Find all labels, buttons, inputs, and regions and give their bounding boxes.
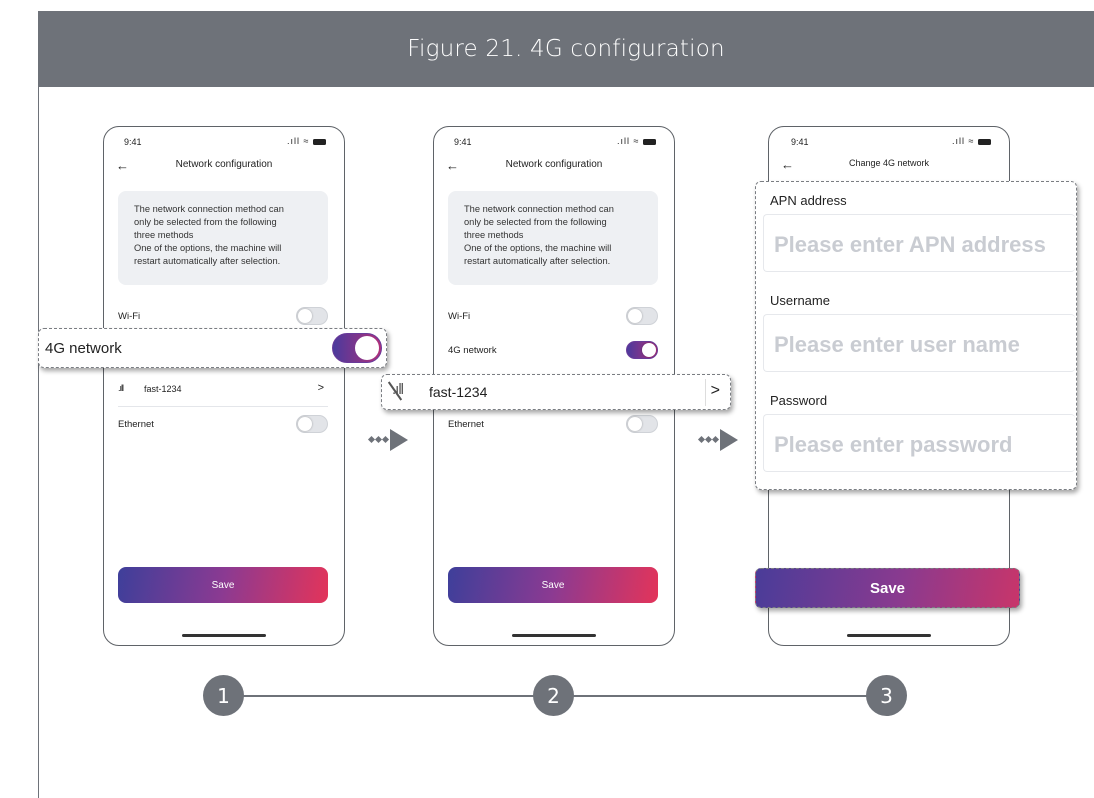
wifi-label: Wi-Fi	[118, 311, 141, 322]
battery-icon	[978, 138, 991, 145]
nav-bar: ← Network configuration	[434, 158, 674, 177]
save-button-callout[interactable]: Save	[755, 568, 1020, 608]
4g-network-label: 4G network	[448, 345, 497, 356]
chevron-right-icon: >	[710, 382, 720, 399]
4g-network-label: 4G network	[45, 340, 122, 357]
arrow-right-icon	[367, 429, 410, 451]
page-title: Network configuration	[505, 159, 603, 170]
status-icons: .ıll ≈	[952, 136, 991, 146]
home-indicator	[512, 634, 596, 637]
battery-icon	[313, 138, 326, 145]
info-line: One of the options, the machine will	[134, 243, 282, 253]
wifi-row: Wi-Fi	[118, 307, 328, 327]
step-3: 3	[866, 675, 907, 716]
password-label: Password	[770, 393, 828, 408]
ethernet-label: Ethernet	[448, 419, 484, 430]
ethernet-row: Ethernet	[448, 415, 658, 435]
wifi-toggle[interactable]	[626, 307, 658, 325]
home-indicator	[182, 634, 266, 637]
status-icons: .ıll ≈	[287, 136, 326, 146]
apn-input[interactable]: Please enter APN address	[763, 214, 1075, 272]
chevron-right-icon: >	[317, 382, 324, 394]
username-label: Username	[770, 293, 830, 308]
signal-wifi-icon: .ıll ≈	[952, 136, 975, 146]
info-box: The network connection method can only b…	[448, 191, 658, 285]
step-2: 2	[533, 675, 574, 716]
page-title: Change 4G network	[848, 158, 930, 168]
status-icons: .ıll ≈	[617, 136, 656, 146]
4g-network-toggle[interactable]	[332, 333, 382, 363]
info-line: only be selected from the following	[134, 217, 277, 227]
info-line: three methods	[134, 230, 194, 240]
status-time: 9:41	[454, 137, 472, 147]
4g-network-row: 4G network	[448, 341, 658, 361]
divider	[705, 379, 706, 406]
status-bar: 9:41 .ıll ≈	[434, 135, 674, 149]
arrow-right-icon	[697, 429, 740, 451]
phone-screen-1: 9:41 .ıll ≈ ← Network configuration The …	[103, 126, 345, 646]
signal-wifi-icon: .ıll ≈	[617, 136, 640, 146]
change-4g-form-callout: APN address Please enter APN address Use…	[755, 181, 1077, 490]
signal-icon: .ıll	[118, 383, 124, 393]
home-indicator	[847, 634, 931, 637]
wifi-label: Wi-Fi	[448, 311, 471, 322]
nav-bar: ← Network configuration	[104, 158, 344, 177]
ethernet-label: Ethernet	[118, 419, 154, 430]
divider	[118, 406, 328, 407]
info-line: three methods	[464, 230, 524, 240]
figure-title: Figure 21. 4G configuration	[38, 11, 1094, 87]
status-bar: 9:41 .ıll ≈	[769, 135, 1009, 149]
info-line: The network connection method can	[464, 204, 614, 214]
ethernet-row: Ethernet	[118, 415, 328, 435]
info-line: restart automatically after selection.	[134, 256, 281, 266]
nav-bar: ← Change 4G network	[769, 157, 1009, 176]
status-time: 9:41	[791, 137, 809, 147]
info-line: One of the options, the machine will	[464, 243, 612, 253]
username-input[interactable]: Please enter user name	[763, 314, 1075, 372]
ethernet-toggle[interactable]	[296, 415, 328, 433]
signal-wifi-icon: .ıll ≈	[287, 136, 310, 146]
4g-network-callout: 4G network	[38, 328, 387, 368]
back-arrow-icon[interactable]: ←	[781, 157, 794, 172]
password-input[interactable]: Please enter password	[763, 414, 1075, 472]
status-bar: 9:41 .ıll ≈	[104, 135, 344, 149]
back-arrow-icon[interactable]: ←	[446, 158, 459, 173]
status-time: 9:41	[124, 137, 142, 147]
back-arrow-icon[interactable]: ←	[116, 158, 129, 173]
step-1: 1	[203, 675, 244, 716]
wifi-row: Wi-Fi	[448, 307, 658, 327]
page-title: Network configuration	[175, 159, 273, 170]
apn-label: APN address	[770, 193, 847, 208]
info-line: The network connection method can	[134, 204, 284, 214]
left-rule	[38, 87, 39, 798]
info-box: The network connection method can only b…	[118, 191, 328, 285]
network-name: fast-1234	[144, 384, 182, 394]
info-line: restart automatically after selection.	[464, 256, 611, 266]
4g-network-toggle[interactable]	[626, 341, 658, 359]
ethernet-toggle[interactable]	[626, 415, 658, 433]
network-name: fast-1234	[429, 384, 488, 400]
info-line: only be selected from the following	[464, 217, 607, 227]
battery-icon	[643, 138, 656, 145]
network-item[interactable]: .ıll fast-1234 >	[118, 381, 328, 399]
save-button[interactable]: Save	[448, 567, 658, 603]
save-button[interactable]: Save	[118, 567, 328, 603]
wifi-toggle[interactable]	[296, 307, 328, 325]
network-item-callout[interactable]: .ıll fast-1234 >	[381, 374, 731, 410]
